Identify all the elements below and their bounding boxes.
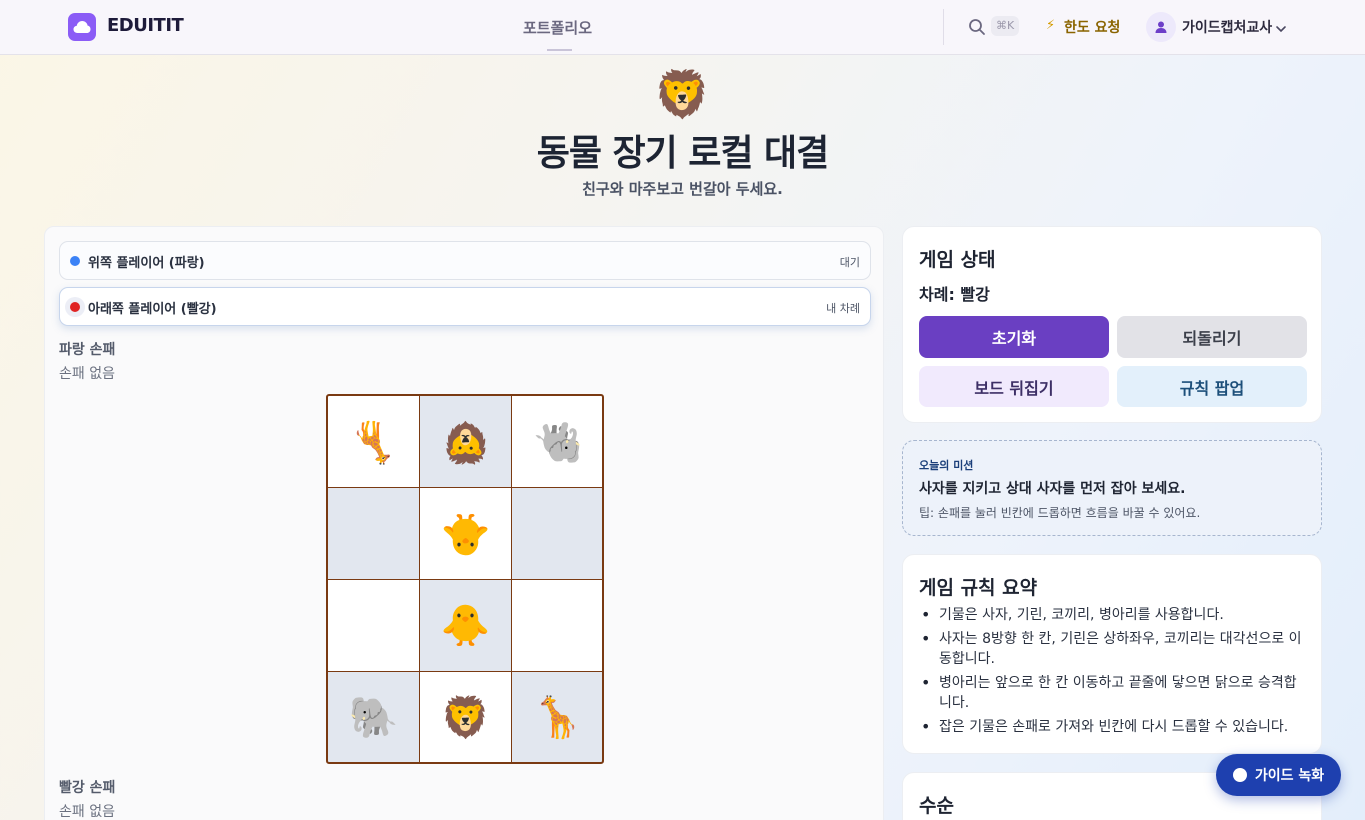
board-cell-occupied[interactable]: 🦁	[420, 396, 511, 487]
turn-indicator: 차례: 빨강	[919, 285, 990, 304]
reset-button[interactable]: 초기화	[919, 316, 1109, 358]
record-dot-icon	[1232, 768, 1247, 782]
red-player-dot-icon	[70, 302, 80, 312]
nav-link-portfolio[interactable]: 포트폴리오	[523, 17, 592, 38]
game-status-card: 게임 상태 차례: 빨강 초기화 되돌리기 보드 뒤집기 규칙 팝업	[902, 226, 1322, 423]
player-status-bottom: 내 차례	[826, 302, 860, 315]
rules-list: 기물은 사자, 기린, 코끼리, 병아리를 사용합니다. 사자는 8방향 한 칸…	[919, 605, 1309, 741]
nav-divider	[943, 9, 944, 45]
board-piece[interactable]: 🦒	[349, 419, 399, 465]
mission-text: 사자를 지키고 상대 사자를 먼저 잡아 보세요.	[919, 481, 1186, 497]
undo-button[interactable]: 되돌리기	[1117, 316, 1307, 358]
user-avatar-icon[interactable]	[1146, 12, 1176, 42]
board-cell-empty[interactable]	[512, 580, 602, 671]
blue-hand-empty[interactable]: 손패 없음	[59, 363, 115, 383]
board-piece[interactable]: 🦁	[441, 419, 491, 465]
mission-tip: 팁: 손패를 눌러 빈칸에 드롭하면 흐름을 바꿀 수 있어요.	[919, 506, 1201, 520]
rule-item: 병아리는 앞으로 한 칸 이동하고 끝줄에 닿으면 닭으로 승격합니다.	[919, 673, 1309, 713]
board-cell-occupied[interactable]: 🦒	[328, 396, 419, 487]
board-cell-occupied[interactable]: 🦒	[512, 672, 602, 762]
page-title: 동물 장기 로컬 대결	[536, 133, 830, 174]
red-hand-empty[interactable]: 손패 없음	[59, 801, 115, 820]
brand-logo-text[interactable]: EDUITIT	[107, 15, 184, 36]
board-piece[interactable]: 🐥	[441, 511, 491, 557]
board-piece[interactable]: 🦒	[533, 698, 583, 738]
player-name-bottom: 아래쪽 플레이어 (빨강)	[88, 302, 217, 317]
nav-active-indicator	[547, 49, 572, 51]
board-cell-empty[interactable]	[512, 488, 602, 579]
cloud-logo-icon[interactable]	[68, 13, 96, 41]
flip-board-button[interactable]: 보드 뒤집기	[919, 366, 1109, 407]
player-row-top: 위쪽 플레이어 (파랑) 대기	[59, 241, 871, 280]
board-piece[interactable]: 🐥	[441, 606, 491, 646]
board-cell-occupied[interactable]: 🦁	[420, 672, 511, 762]
board-piece[interactable]: 🦁	[441, 698, 491, 738]
player-name-top: 위쪽 플레이어 (파랑)	[88, 256, 205, 271]
rules-summary-card: 게임 규칙 요약 기물은 사자, 기린, 코끼리, 병아리를 사용합니다. 사자…	[902, 554, 1322, 754]
board-cell-occupied[interactable]: 🐥	[420, 488, 511, 579]
mission-label: 오늘의 미션	[919, 459, 974, 472]
page-subtitle: 친구와 마주보고 번갈아 두세요.	[582, 180, 783, 198]
board-panel: 위쪽 플레이어 (파랑) 대기 아래쪽 플레이어 (빨강) 내 차례 파랑 손패…	[44, 226, 884, 820]
red-hand-title: 빨강 손패	[59, 780, 116, 796]
search-shortcut-badge: ⌘K	[991, 16, 1020, 36]
guide-record-label: 가이드 녹화	[1254, 768, 1325, 784]
player-status-top: 대기	[839, 256, 860, 269]
board-cell-occupied[interactable]: 🐘	[328, 672, 419, 762]
guide-record-button[interactable]: 가이드 녹화	[1216, 754, 1341, 796]
board-piece[interactable]: 🐘	[533, 419, 583, 465]
rule-item: 잡은 기물은 손패로 가져와 빈칸에 다시 드롭할 수 있습니다.	[919, 717, 1309, 737]
board-cell-empty[interactable]	[328, 488, 419, 579]
blue-hand-title: 파랑 손패	[59, 342, 116, 358]
rules-summary-title: 게임 규칙 요약	[919, 577, 1038, 599]
player-row-bottom: 아래쪽 플레이어 (빨강) 내 차례	[59, 287, 871, 326]
top-navigation: EDUITIT 포트폴리오 ⌘K ⚡ 한도 요청 가이드캡처교사	[0, 0, 1365, 55]
blue-player-dot-icon	[70, 256, 80, 266]
lightning-icon: ⚡	[1046, 18, 1056, 33]
search-icon[interactable]	[967, 17, 987, 37]
moves-title: 수순	[919, 795, 954, 817]
user-name[interactable]: 가이드캡처교사	[1182, 17, 1272, 37]
rule-item: 기물은 사자, 기린, 코끼리, 병아리를 사용합니다.	[919, 605, 1309, 625]
board-cell-occupied[interactable]: 🐘	[512, 396, 602, 487]
rule-item: 사자는 8방향 한 칸, 기린은 상하좌우, 코끼리는 대각선으로 이동합니다.	[919, 629, 1309, 669]
board-piece[interactable]: 🐘	[349, 698, 399, 738]
mission-card: 오늘의 미션 사자를 지키고 상대 사자를 먼저 잡아 보세요. 팁: 손패를 …	[902, 440, 1322, 536]
game-board: 🦒 🦁 🐘 🐥 🐥 🐘 🦁 🦒	[326, 394, 604, 764]
board-cell-empty[interactable]	[328, 580, 419, 671]
rules-popup-button[interactable]: 규칙 팝업	[1117, 366, 1307, 407]
chevron-down-icon[interactable]	[1275, 20, 1287, 33]
lion-hero-icon: 🦁	[653, 67, 712, 121]
board-cell-occupied[interactable]: 🐥	[420, 580, 511, 671]
game-status-title: 게임 상태	[919, 249, 996, 271]
quota-request-link[interactable]: 한도 요청	[1064, 17, 1120, 37]
